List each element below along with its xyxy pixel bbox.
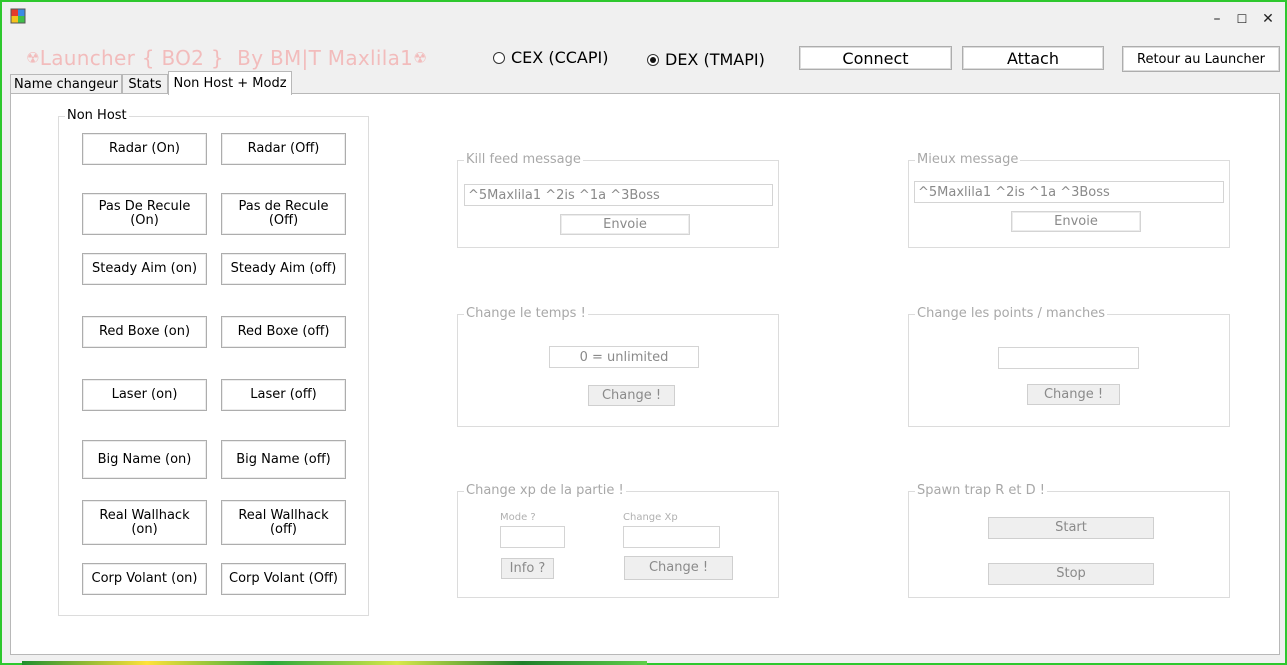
tab-page-non-host-modz: Non Host Radar (On) Radar (Off) Pas De Rec… — [10, 93, 1280, 655]
tab-name-changeur[interactable]: Name changeur — [10, 74, 122, 94]
big-name-on-button[interactable]: Big Name (on) — [82, 440, 207, 479]
radar-off-button[interactable]: Radar (Off) — [221, 133, 346, 165]
xp-change-label: Change Xp — [623, 512, 678, 523]
app-heading-text: Launcher { BO2 } By BM|T Maxlila1 — [39, 46, 414, 70]
mieux-message-group: Mieux message ^5Maxlila1 ^2is ^1a ^3Boss… — [908, 152, 1230, 248]
temps-group: Change le temps ! 0 = unlimited Change ! — [457, 306, 779, 427]
radio-dex[interactable]: DEX (TMAPI) — [647, 50, 765, 69]
maximize-button[interactable]: ☐ — [1230, 8, 1254, 30]
xp-change-input[interactable] — [623, 526, 720, 548]
temps-input[interactable]: 0 = unlimited — [549, 346, 699, 368]
points-change-button[interactable]: Change ! — [1027, 384, 1120, 405]
radio-cex[interactable]: CEX (CCAPI) — [493, 48, 608, 67]
points-group: Change les points / manches Change ! — [908, 306, 1230, 427]
attach-button[interactable]: Attach — [962, 46, 1104, 70]
points-group-title: Change les points / manches — [915, 306, 1108, 321]
xp-group-title: Change xp de la partie ! — [464, 483, 626, 498]
radar-on-button[interactable]: Radar (On) — [82, 133, 207, 165]
xp-info-button[interactable]: Info ? — [501, 558, 554, 579]
temps-change-button[interactable]: Change ! — [588, 385, 675, 406]
steady-aim-off-button[interactable]: Steady Aim (off) — [221, 253, 346, 285]
killfeed-group: Kill feed message ^5Maxlila1 ^2is ^1a ^3… — [457, 152, 779, 248]
mieux-message-input[interactable]: ^5Maxlila1 ^2is ^1a ^3Boss — [914, 181, 1224, 203]
non-host-group: Non Host Radar (On) Radar (Off) Pas De Rec… — [58, 108, 369, 616]
xp-group: Change xp de la partie ! Mode ? Change X… — [457, 483, 779, 598]
xp-mode-input[interactable] — [500, 526, 565, 548]
killfeed-send-button[interactable]: Envoie — [560, 214, 690, 235]
minimize-button[interactable]: – — [1205, 8, 1229, 30]
spawn-stop-button[interactable]: Stop — [988, 563, 1154, 585]
points-input[interactable] — [998, 347, 1139, 369]
killfeed-group-title: Kill feed message — [464, 152, 583, 167]
tab-non-host-modz[interactable]: Non Host + Modz — [168, 71, 292, 95]
radiation-icon: ☢ — [413, 49, 427, 67]
corp-volant-off-button[interactable]: Corp Volant (Off) — [221, 563, 346, 595]
temps-group-title: Change le temps ! — [464, 306, 588, 321]
laser-on-button[interactable]: Laser (on) — [82, 379, 207, 411]
red-boxe-on-button[interactable]: Red Boxe (on) — [82, 316, 207, 348]
app-window: – ☐ ✕ ☢ Launcher { BO2 } By BM|T Maxlila1… — [0, 0, 1287, 665]
xp-mode-label: Mode ? — [500, 512, 536, 523]
red-boxe-off-button[interactable]: Red Boxe (off) — [221, 316, 346, 348]
real-wallhack-off-button[interactable]: Real Wallhack (off) — [221, 500, 346, 545]
mieux-message-group-title: Mieux message — [915, 152, 1021, 167]
radio-dex-dot[interactable] — [647, 53, 659, 66]
spawn-trap-group: Spawn trap R et D ! Start Stop — [908, 483, 1230, 598]
radio-cex-label: CEX (CCAPI) — [511, 48, 609, 67]
radio-dex-label: DEX (TMAPI) — [665, 50, 765, 69]
corp-volant-on-button[interactable]: Corp Volant (on) — [82, 563, 207, 595]
mieux-send-button[interactable]: Envoie — [1011, 211, 1141, 232]
spawn-start-button[interactable]: Start — [988, 517, 1154, 539]
app-heading: ☢ Launcher { BO2 } By BM|T Maxlila1 ☢ — [26, 45, 427, 71]
killfeed-input[interactable]: ^5Maxlila1 ^2is ^1a ^3Boss — [464, 184, 773, 206]
connect-button[interactable]: Connect — [799, 46, 952, 70]
spawn-trap-group-title: Spawn trap R et D ! — [915, 483, 1048, 498]
xp-change-button[interactable]: Change ! — [624, 556, 733, 580]
tab-stats[interactable]: Stats — [122, 74, 168, 94]
close-button[interactable]: ✕ — [1256, 8, 1280, 30]
laser-off-button[interactable]: Laser (off) — [221, 379, 346, 411]
radiation-icon: ☢ — [26, 49, 40, 67]
back-to-launcher-button[interactable]: Retour au Launcher — [1122, 46, 1280, 72]
real-wallhack-on-button[interactable]: Real Wallhack (on) — [82, 500, 207, 545]
radio-cex-dot[interactable] — [493, 51, 505, 64]
big-name-off-button[interactable]: Big Name (off) — [221, 440, 346, 479]
app-icon — [10, 8, 26, 24]
steady-aim-on-button[interactable]: Steady Aim (on) — [82, 253, 207, 285]
pas-de-recule-on-button[interactable]: Pas De Recule (On) — [82, 193, 207, 235]
pas-de-recule-off-button[interactable]: Pas de Recule (Off) — [221, 193, 346, 235]
non-host-group-title: Non Host — [65, 108, 129, 123]
taskbar-strip — [22, 661, 647, 665]
